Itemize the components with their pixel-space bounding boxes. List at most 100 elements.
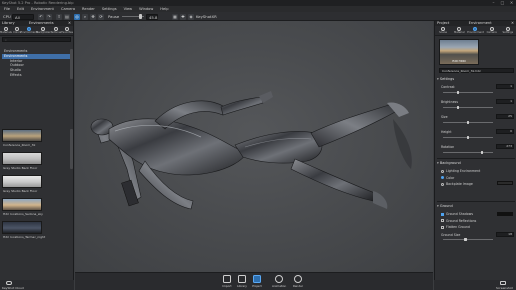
prop-slider-knob[interactable]: [480, 150, 484, 154]
background-section-title[interactable]: Background: [437, 161, 461, 165]
prop-slider-rotation[interactable]: [443, 152, 493, 153]
ground-option-label: Ground Reflections: [446, 218, 477, 223]
environment-thumbnail-label[interactable]: Grey Studio Back Floor: [3, 189, 37, 193]
library-search-input[interactable]: ⌕: [2, 37, 71, 42]
project-tab-camera[interactable]: Camera: [485, 26, 499, 35]
bottombar-label: Import: [222, 284, 232, 288]
library-tab-favorites[interactable]: Favorites: [61, 26, 73, 35]
undo-icon[interactable]: ↶: [38, 13, 44, 20]
environment-thumbnail-label[interactable]: Grey Studio Back Floor: [3, 166, 37, 170]
shadow-color-swatch[interactable]: [497, 212, 513, 216]
bottombar-import-button[interactable]: Import: [220, 275, 234, 288]
library-tab-environments[interactable]: Environments: [20, 26, 38, 35]
bottom-toolbar: Import Library Project Animation Render: [75, 272, 433, 290]
screenshot-label[interactable]: Screenshot: [496, 286, 513, 290]
environment-thumbnail-label[interactable]: Conference_Room_3k: [3, 143, 35, 147]
library-tab-materials[interactable]: Materials: [0, 26, 12, 35]
project-tab-environment[interactable]: Environment: [467, 26, 484, 35]
cpu-select[interactable]: All Cores: [12, 13, 34, 26]
bottombar-animation-button[interactable]: Animation: [272, 275, 286, 288]
prop-value-size[interactable]: 25: [496, 114, 514, 119]
checkbox-icon[interactable]: [441, 212, 444, 216]
prop-value-contrast[interactable]: 1: [496, 84, 514, 89]
environment-thumbnail[interactable]: [2, 129, 42, 142]
redo-icon[interactable]: ↷: [46, 13, 52, 20]
ground-section-title[interactable]: Ground: [437, 204, 453, 208]
library-tabs: Materials Colors Environments Backplates Tex…: [0, 26, 73, 36]
prop-label-brightness: Brightness: [441, 100, 458, 104]
render-icon: [294, 275, 302, 283]
keyshotxr-icon[interactable]: ◈: [188, 13, 194, 20]
tree-scrollbar[interactable]: [70, 49, 73, 79]
project-tab-material[interactable]: Material: [452, 26, 466, 35]
background-option[interactable]: Backplate Image: [441, 182, 473, 186]
ground-option[interactable]: Ground Shadows: [441, 212, 473, 216]
robot-arm-upper: [154, 100, 226, 130]
background-option-label: Color: [446, 175, 455, 180]
screenshot-icon[interactable]: ◎: [74, 13, 80, 20]
pan-icon[interactable]: ✥: [90, 13, 96, 20]
ground-option[interactable]: Ground Reflections: [441, 219, 476, 223]
prop-slider-knob[interactable]: [466, 135, 470, 139]
prop-slider-brightness[interactable]: [443, 107, 493, 108]
cloud-label[interactable]: KeyShot Cloud: [2, 286, 24, 290]
pause-label: Pause: [108, 13, 120, 19]
environment-thumbnail-label[interactable]: Hdri locations_Sedona_sky: [3, 212, 43, 216]
prop-slider-contrast[interactable]: [443, 92, 493, 93]
robot-foot-lower: [373, 191, 388, 209]
environment-thumbnail[interactable]: [2, 175, 42, 188]
prop-value-brightness[interactable]: 1: [496, 99, 514, 104]
prop-slider-knob[interactable]: [456, 105, 460, 109]
prop-value-rotation[interactable]: 273: [496, 144, 514, 149]
radio-icon[interactable]: [441, 176, 444, 179]
project-tab-scene[interactable]: Scene: [436, 26, 450, 35]
background-option-label: Lighting Environment: [446, 169, 481, 173]
thumbnail-scrollbar[interactable]: [70, 129, 73, 169]
checkbox-icon[interactable]: [441, 219, 444, 222]
checkbox-icon[interactable]: [441, 225, 444, 229]
robot-leg-upper: [310, 104, 398, 148]
background-option[interactable]: Color: [441, 176, 454, 180]
grid-icon[interactable]: ▦: [172, 13, 178, 20]
prop-slider-knob[interactable]: [466, 120, 470, 124]
library-tab-backplates[interactable]: Backplates: [36, 26, 51, 35]
hdri-preview[interactable]: Edit HDRI: [439, 39, 479, 65]
background-color-swatch[interactable]: [497, 181, 513, 185]
environment-thumbnail[interactable]: [2, 152, 42, 165]
ground-size-value[interactable]: 18: [496, 232, 514, 237]
open-icon[interactable]: ▤: [64, 13, 70, 20]
screenshot-icon[interactable]: [500, 281, 506, 285]
cloud-icon[interactable]: [6, 281, 12, 285]
ground-size-knob[interactable]: [464, 237, 467, 241]
bottombar-render-button[interactable]: Render: [291, 275, 305, 288]
radio-icon[interactable]: [441, 169, 444, 173]
tumble-icon[interactable]: ⟳: [98, 13, 104, 20]
fps-value[interactable]: 45.8: [146, 13, 158, 20]
bottombar-label: Project: [252, 284, 262, 288]
tree-item[interactable]: Effects: [2, 73, 71, 78]
import-icon[interactable]: ⇪: [56, 13, 62, 20]
bottombar-project-button[interactable]: Project: [250, 275, 264, 288]
environment-thumbnail-label[interactable]: Hdri locations_Tarmac_night: [3, 235, 45, 239]
keyshotxr-label[interactable]: KeyShotXR: [196, 14, 217, 20]
library-tab-textures[interactable]: Textures: [50, 26, 61, 35]
background-option[interactable]: Lighting Environment: [441, 169, 480, 173]
bottombar-library-button[interactable]: Library: [235, 275, 249, 288]
crosshair-icon[interactable]: ✚: [180, 13, 186, 20]
library-panel: Library Environments ✕ Materials Colors En…: [0, 21, 74, 280]
radio-icon[interactable]: [441, 182, 444, 186]
project-tab-settings[interactable]: Settings: [501, 26, 515, 35]
render-viewport[interactable]: [75, 21, 433, 272]
edit-hdri-label[interactable]: Edit HDRI: [440, 59, 478, 63]
environment-thumbnail[interactable]: [2, 198, 42, 211]
settings-section-title[interactable]: Settings: [437, 77, 454, 81]
zoom-icon[interactable]: ⌕: [82, 13, 88, 20]
environment-thumbnail[interactable]: [2, 221, 42, 234]
library-tree: Environments Environments Interior Outdoor S…: [2, 49, 71, 78]
environment-name-field[interactable]: Conference_Room_3k.hdz: [439, 68, 514, 73]
prop-value-height[interactable]: 0: [496, 129, 514, 134]
ground-size-slider[interactable]: [443, 239, 493, 240]
fps-slider-knob[interactable]: [139, 14, 142, 19]
ground-option[interactable]: Flatten Ground: [441, 225, 470, 229]
prop-slider-knob[interactable]: [456, 90, 460, 94]
